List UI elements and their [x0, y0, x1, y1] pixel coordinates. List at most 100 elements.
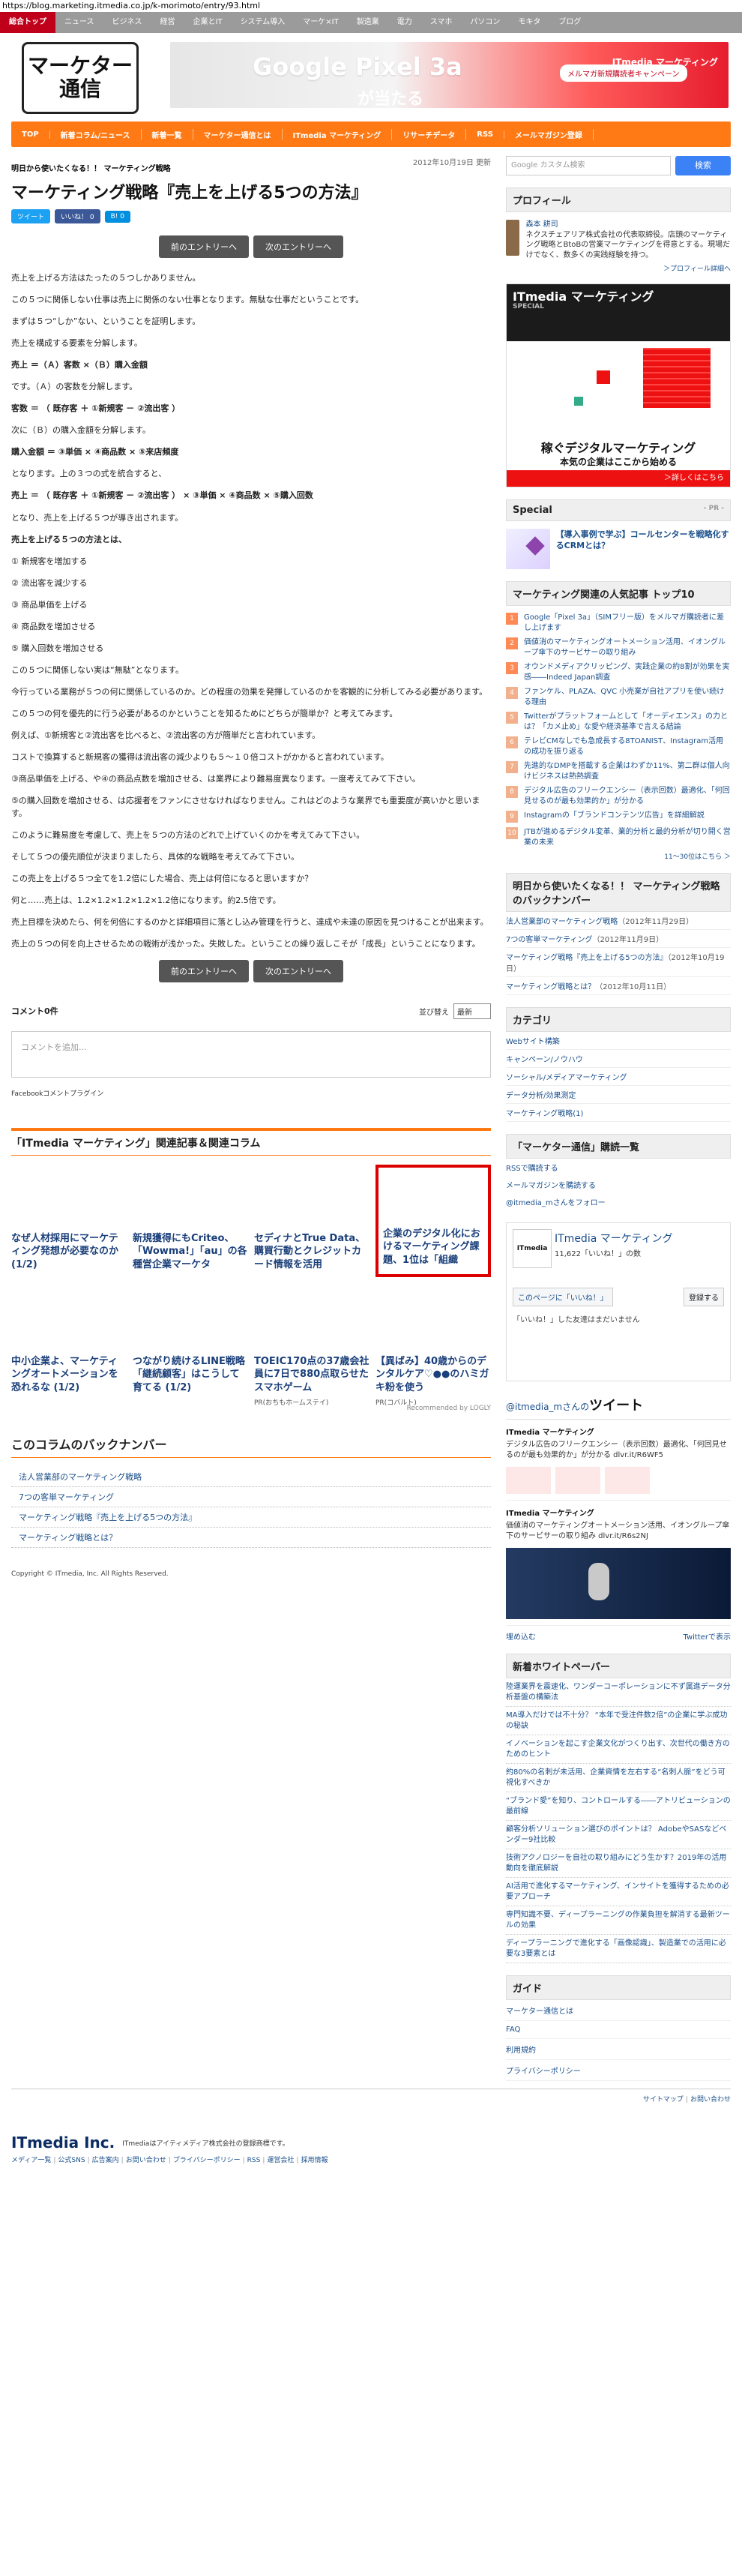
- related-title[interactable]: セディナとTrue Data、購買行動とクレジットカード情報を活用: [254, 1233, 365, 1270]
- ranking-item[interactable]: 10 JTBが進めるデジタル変革、業的分析と最的分析が切り開く営業の未来: [506, 825, 731, 850]
- ad-detail-link[interactable]: ＞詳しくはこちら: [507, 470, 730, 487]
- guide-item[interactable]: マーケター通信とは: [506, 2000, 731, 2021]
- next-entry-button[interactable]: 次のエントリーへ: [253, 959, 343, 982]
- related-card[interactable]: つながり続けるLINE戦略「継続顧客」はこうして育てる (1/2): [133, 1283, 248, 1403]
- whitepaper-item[interactable]: AI活用で進化するマーケティング、インサイトを獲得するための必要アプローチ: [506, 1878, 731, 1906]
- global-nav-item[interactable]: ニュース: [55, 12, 103, 33]
- series-backnumber-item[interactable]: マーケティング戦略『売上を上げる5つの方法』（2012年10月19日）: [506, 948, 731, 977]
- ranking-title[interactable]: Twitterがプラットフォームとして「オーディエンス」の力とは？「カメ止め」な…: [524, 712, 731, 732]
- tweet-photo[interactable]: [506, 1548, 731, 1619]
- ranking-item[interactable]: 9 Instagramの「ブランドコンテンツ広告」を詳細解説: [506, 808, 731, 825]
- footer-link[interactable]: メディア一覧: [11, 2157, 51, 2164]
- whitepaper-item[interactable]: 陸運業界を震速化、ワンダーコーポレーションに不ず属進データ分析基盤の構築法: [506, 1678, 731, 1707]
- global-nav-item[interactable]: モキタ: [509, 12, 549, 33]
- tweet-button[interactable]: ツイート: [11, 209, 51, 223]
- global-nav-item[interactable]: 電力: [388, 12, 421, 33]
- series-backnumber-title[interactable]: マーケティング戦略とは？: [506, 983, 595, 991]
- tweet-image[interactable]: [506, 1467, 551, 1494]
- site-nav-item[interactable]: 新着一覧: [142, 128, 193, 140]
- ranking-title[interactable]: テレビCMなしでも急成長する8TOANIST、Instagram活用の成功を振り…: [524, 736, 731, 757]
- related-title[interactable]: 【異ばみ】40歳からのデンタルケア♡●●のハミガキ粉を使う: [375, 1356, 489, 1393]
- global-nav-item[interactable]: パソコン: [461, 12, 509, 33]
- footer-link[interactable]: 広告案内: [92, 2157, 119, 2164]
- site-nav-item[interactable]: TOP: [11, 130, 50, 139]
- related-title[interactable]: なぜ人材採用にマーケティング発想が必要なのか (1/2): [11, 1233, 118, 1270]
- global-nav-item[interactable]: スマホ: [421, 12, 462, 33]
- guide-item[interactable]: 利用規約: [506, 2039, 731, 2060]
- facebook-page-title[interactable]: ITmedia マーケティング: [555, 1231, 673, 1246]
- footer-link[interactable]: 採用情報: [301, 2157, 328, 2164]
- global-nav-item[interactable]: 総合トップ: [0, 12, 55, 33]
- backnumber-item[interactable]: マーケティング戦略とは？: [11, 1528, 491, 1548]
- related-card[interactable]: 中小企業よ、マーケティングオートメーションを恐れるな (1/2): [11, 1283, 127, 1403]
- related-title[interactable]: TOEIC170点の37歳会社員に7日で880点取らせたスマホゲーム: [254, 1356, 369, 1393]
- special-item[interactable]: 【導入事例で学ぶ】コールセンターを戦略化するCRMとは？: [506, 529, 731, 569]
- site-nav-item[interactable]: 新着コラム/ニュース: [50, 128, 142, 140]
- ranking-item[interactable]: 6 テレビCMなしでも急成長する8TOANIST、Instagram活用の成功を振…: [506, 734, 731, 759]
- site-nav-item[interactable]: マーケター通信とは: [193, 128, 283, 140]
- tweet-image[interactable]: [605, 1467, 650, 1494]
- inquiry-link[interactable]: お問い合わせ: [690, 2096, 731, 2104]
- footer-link[interactable]: 運営会社: [267, 2157, 294, 2164]
- article-kicker[interactable]: 明日から使いたくなる！！ マーケティング戦略: [11, 162, 171, 173]
- recommended-by[interactable]: Recommended by LOGLY: [11, 1405, 491, 1412]
- category-item[interactable]: キャンペーン/ノウハウ: [506, 1050, 731, 1068]
- global-nav-item[interactable]: 製造業: [348, 12, 388, 33]
- footer-link[interactable]: お問い合わせ: [126, 2157, 166, 2164]
- global-nav-item[interactable]: 経営: [151, 12, 184, 33]
- ad-banner[interactable]: Google Pixel 3a が当たる メルマガ新規購読者キャンペーン ITm…: [170, 42, 729, 108]
- related-card[interactable]: 【異ばみ】40歳からのデンタルケア♡●●のハミガキ粉を使う PR(コバルト): [375, 1283, 491, 1408]
- related-card[interactable]: なぜ人材採用にマーケティング発想が必要なのか (1/2): [11, 1165, 127, 1277]
- search-button[interactable]: 検索: [675, 156, 731, 175]
- twitter-handle[interactable]: @itmedia_mさんの: [506, 1402, 589, 1412]
- profile-more-link[interactable]: ＞プロフィール詳細へ: [506, 263, 731, 273]
- ranking-item[interactable]: 3 オウンドメディアクリッピング、実践企業の約8割が効果を実感――Indeed J…: [506, 660, 731, 685]
- subscribe-item[interactable]: メールマガジンを購読する: [506, 1176, 731, 1193]
- whitepaper-item[interactable]: MA導入だけでは不十分？ “本年で受注件数2倍”の企業に学ぶ成功の秘訣: [506, 1707, 731, 1735]
- twitter-view-link[interactable]: Twitterで表示: [683, 1630, 731, 1642]
- ranking-title[interactable]: オウンドメディアクリッピング、実践企業の約8割が効果を実感――Indeed Ja…: [524, 662, 731, 682]
- global-nav-item[interactable]: ビジネス: [103, 12, 151, 33]
- category-item[interactable]: データ分析/効果測定: [506, 1086, 731, 1104]
- special-text[interactable]: 【導入事例で学ぶ】コールセンターを戦略化するCRMとは？: [556, 529, 731, 569]
- whitepaper-item[interactable]: ディープラーニングで進化する「画像認識」、製造業での活用に必要な3要素とは: [506, 1935, 731, 1963]
- ranking-item[interactable]: 7 先進的なDMPを搭載する企業はわずか11%、第二群は個人向けビジネスは熱熱調査: [506, 759, 731, 784]
- whitepaper-item[interactable]: 約80%の名刺が未活用、企業資情を左右する“名刺人脈”をどう可視化すべきか: [506, 1764, 731, 1792]
- whitepaper-item[interactable]: 専門知識不要、ディープラーニングの作業負担を解消する最新ツールの効果: [506, 1906, 731, 1935]
- tweet-author[interactable]: ITmedia マーケティング: [506, 1426, 731, 1437]
- related-title[interactable]: 企業のデジタル化におけるマーケティング課題、1位は「組織: [383, 1228, 480, 1266]
- itmedia-logo[interactable]: ITmedia Inc.: [11, 2134, 115, 2152]
- category-item[interactable]: マーケティング戦略(1): [506, 1104, 731, 1122]
- related-card[interactable]: TOEIC170点の37歳会社員に7日で880点取らせたスマホゲーム PR(おちも…: [254, 1283, 370, 1408]
- ranking-title[interactable]: JTBが進めるデジタル変革、業的分析と最的分析が切り開く営業の未来: [524, 827, 731, 847]
- category-item[interactable]: Webサイト構築: [506, 1032, 731, 1050]
- prev-entry-button[interactable]: 前のエントリーへ: [159, 235, 249, 258]
- site-logo[interactable]: マーケター通信: [22, 42, 139, 114]
- whitepaper-item[interactable]: 技術アクノロジーを自社の取り組みにどう生かす？2019年の活用動向を徹底解説: [506, 1849, 731, 1878]
- address-bar[interactable]: https://blog.marketing.itmedia.co.jp/k-m…: [0, 0, 742, 12]
- series-backnumber-title[interactable]: マーケティング戦略『売上を上げる5つの方法』: [506, 954, 668, 962]
- profile-name[interactable]: 森本 耕司: [525, 220, 731, 230]
- guide-item[interactable]: プライバシーポリシー: [506, 2060, 731, 2081]
- search-input[interactable]: Google カスタム検索: [506, 156, 671, 175]
- facebook-comment-plugin[interactable]: Facebookコメントプラグイン: [11, 1088, 491, 1098]
- ranking-title[interactable]: 先進的なDMPを搭載する企業はわずか11%、第二群は個人向けビジネスは熱熱調査: [524, 761, 731, 781]
- tweet-image[interactable]: [555, 1467, 600, 1494]
- site-nav-item[interactable]: メールマガジン登録: [504, 128, 594, 140]
- tweet-author[interactable]: ITmedia マーケティング: [506, 1507, 731, 1518]
- sitemap-link[interactable]: サイトマップ: [643, 2096, 684, 2104]
- ranking-title[interactable]: 価値消のマーケティングオートメーション活用、イオングループ傘下のサービサーの取り…: [524, 637, 731, 658]
- ranking-title[interactable]: デジタル広告のフリークエンシー（表示回数）最適化、「何回見せるのが最も効果的か」…: [524, 786, 731, 806]
- global-nav-item[interactable]: マーケ×IT: [294, 12, 347, 33]
- next-entry-button[interactable]: 次のエントリーへ: [253, 235, 343, 258]
- footer-link[interactable]: RSS: [247, 2157, 261, 2164]
- whitepaper-item[interactable]: イノベーションを起こす企業文化がつくり出す、次世代の働き方のためのヒント: [506, 1735, 731, 1764]
- subscribe-item[interactable]: @itmedia_mさんをフォロー: [506, 1193, 731, 1210]
- related-card[interactable]: 新規獲得にもCriteo、「Wowma!」「au」の各種営企業マーケタ: [133, 1165, 248, 1277]
- ranking-title[interactable]: Google「Pixel 3a」（SIMフリー版）をメルマガ購読者に差し上げます: [524, 613, 731, 633]
- facebook-register-button[interactable]: 登録する: [684, 1288, 724, 1306]
- global-nav-item[interactable]: 企業とIT: [184, 12, 232, 33]
- facebook-like-page-button[interactable]: このページに「いいね！」: [513, 1288, 613, 1306]
- like-button[interactable]: いいね！ 0: [55, 209, 100, 223]
- itmedia-marketing-ad[interactable]: ITmedia マーケティング SPECIAL 稼ぐデジタルマーケティング 本気…: [506, 283, 731, 487]
